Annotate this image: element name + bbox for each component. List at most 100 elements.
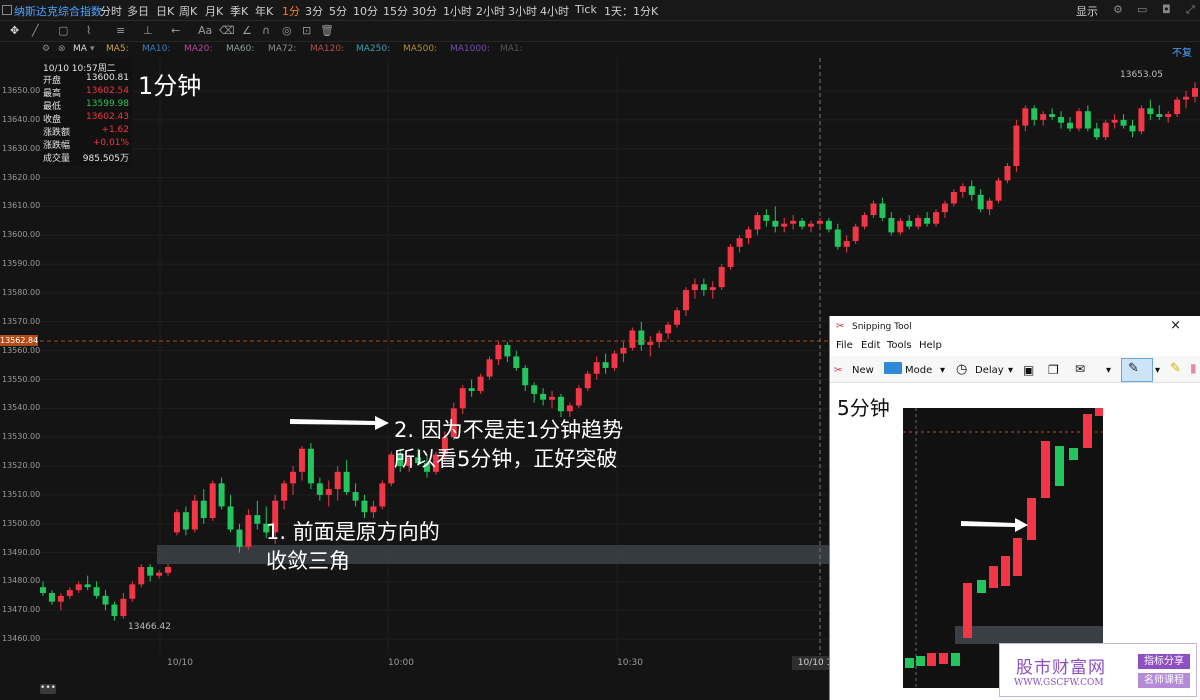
candle-body <box>1004 166 1011 181</box>
candle-body <box>638 330 645 345</box>
candle-body <box>334 471 341 490</box>
new-button[interactable]: New <box>852 365 874 376</box>
candle-body <box>182 512 189 530</box>
mode-button[interactable]: Mode <box>905 365 932 376</box>
snip-candle <box>977 580 986 593</box>
candle-body <box>861 215 868 227</box>
y-tick: 13510.00 <box>2 489 41 499</box>
candle-body <box>218 483 225 507</box>
info-row: 涨跌额 +1.62 <box>43 125 129 138</box>
delay-clock-icon[interactable]: ◷ <box>956 362 967 377</box>
candle-body <box>1192 88 1198 97</box>
mode-icon[interactable] <box>884 362 902 374</box>
copy-icon[interactable]: ❐ <box>1048 363 1059 377</box>
candle-body <box>718 266 725 288</box>
price-axis[interactable]: 13650.00 13640.00 13630.00 13620.00 13610.00… <box>0 58 40 658</box>
candle-body <box>156 572 163 576</box>
gscfw-watermark: 股市财富网 WWW.GSCFW.COM 指标分享 名师课程 <box>999 643 1197 697</box>
arrow-1 <box>290 416 389 430</box>
menu-help[interactable]: Help <box>919 340 942 351</box>
candle-body <box>111 604 118 617</box>
candle-body <box>245 515 252 547</box>
candle-body <box>941 203 948 213</box>
candle-body <box>557 396 564 412</box>
candle-body <box>513 356 520 368</box>
candle-body <box>968 186 975 195</box>
new-snip-icon[interactable]: ✂ <box>834 365 842 376</box>
candle-body <box>736 238 743 247</box>
candle-body <box>870 203 877 216</box>
snipping-tool-title: Snipping Tool <box>852 322 912 332</box>
candle-body <box>173 512 180 533</box>
candle-body <box>915 217 922 227</box>
candle-body <box>316 483 323 495</box>
candle-body <box>593 362 600 374</box>
annotation-1: 1. 前面是原方向的 收敛三角 <box>266 518 440 576</box>
snip-candle <box>916 656 925 666</box>
convergence-zone <box>157 545 829 564</box>
info-row: 收盘 13602.43 <box>43 112 129 125</box>
pen-chevron-down-icon[interactable]: ▾ <box>1155 365 1160 376</box>
candle-body <box>629 330 636 348</box>
candle-body <box>370 506 377 513</box>
candle-body <box>1156 114 1163 117</box>
candle-body <box>40 587 46 593</box>
candle-body <box>48 592 55 602</box>
y-tick: 13560.00 <box>2 345 41 355</box>
save-icon[interactable]: ▣ <box>1023 363 1034 377</box>
more-icon[interactable]: ••• <box>40 684 56 694</box>
candle-body <box>584 373 591 389</box>
delay-button[interactable]: Delay <box>975 365 1004 376</box>
candle-body <box>209 483 216 518</box>
candle-body <box>781 223 788 227</box>
info-row: 成交量 985.505万 <box>43 154 129 164</box>
candle-body <box>290 471 297 484</box>
candle-body <box>549 396 556 400</box>
mode-chevron-down-icon[interactable]: ▾ <box>940 365 945 376</box>
info-row: 开盘 13600.81 <box>43 73 129 86</box>
candle-body <box>1013 125 1020 167</box>
candle-body <box>1111 119 1118 123</box>
watermark-tag2: 名师课程 <box>1138 673 1190 688</box>
watermark-url: WWW.GSCFW.COM <box>1014 678 1104 688</box>
candle-body <box>281 483 288 501</box>
menu-edit[interactable]: Edit <box>861 340 880 351</box>
delay-chevron-down-icon[interactable]: ▾ <box>1008 365 1013 376</box>
low-price-label: 13466.42 <box>128 622 171 632</box>
menu-tools[interactable]: Tools <box>887 340 912 351</box>
candle-body <box>138 567 145 585</box>
candle-body <box>977 194 984 210</box>
candle-body <box>165 567 172 573</box>
candle-body <box>825 220 832 230</box>
close-icon[interactable]: × <box>1170 318 1181 333</box>
candle-body <box>1031 108 1038 120</box>
eraser-tool-icon[interactable]: ▮ <box>1190 361 1197 375</box>
candle-body <box>1183 96 1190 100</box>
candle-body <box>691 284 698 291</box>
candle-body <box>227 506 234 530</box>
menu-file[interactable]: File <box>836 340 853 351</box>
candle-body <box>1147 108 1154 115</box>
candle-body <box>504 344 511 357</box>
y-tick: 13550.00 <box>2 374 41 384</box>
candle-body <box>379 483 386 507</box>
candle-body <box>906 220 913 227</box>
send-icon[interactable]: ✉ <box>1075 362 1085 376</box>
candle-body <box>1129 125 1136 132</box>
snip-candle <box>927 653 936 666</box>
annotation-1-line1: 1. 前面是原方向的 <box>266 520 440 544</box>
snip-candle <box>1083 414 1092 448</box>
candle-body <box>298 448 305 472</box>
highlighter-icon[interactable]: ✎ <box>1170 361 1181 376</box>
y-tick: 13570.00 <box>2 316 41 326</box>
snip-candle <box>951 653 960 666</box>
candle-body <box>950 191 957 204</box>
candle-body <box>852 226 859 242</box>
candle-body <box>790 220 797 224</box>
y-tick: 13490.00 <box>2 547 41 557</box>
send-chevron-down-icon[interactable]: ▾ <box>1106 365 1111 376</box>
snip-arrow <box>961 518 1028 532</box>
annotation-1-line2: 收敛三角 <box>266 549 350 573</box>
info-row: 最低 13599.98 <box>43 99 129 112</box>
candle-body <box>897 220 904 233</box>
